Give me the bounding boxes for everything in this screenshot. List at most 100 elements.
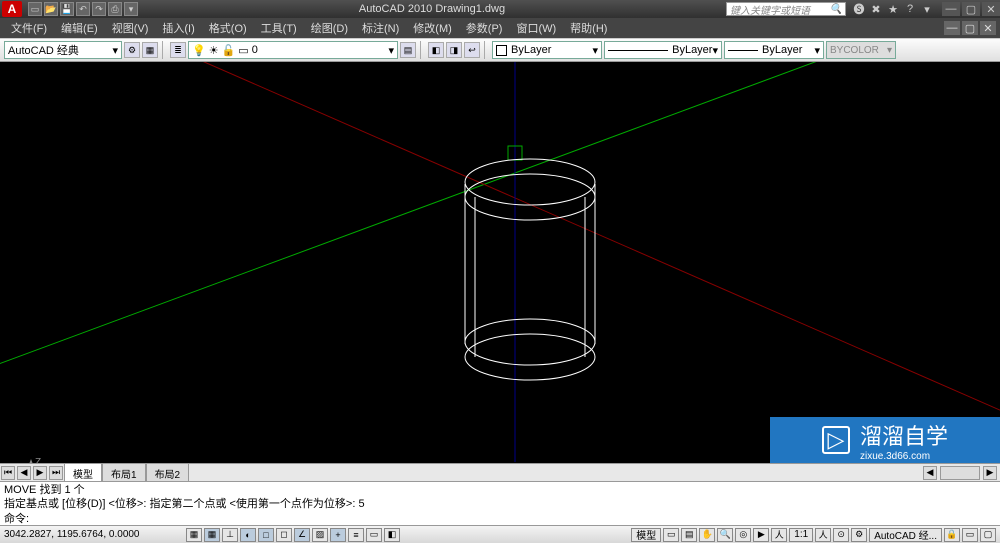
workspace-dropdown[interactable]: AutoCAD 经典 ▾ — [4, 41, 122, 59]
ws-switch-icon[interactable]: ⚙ — [851, 528, 867, 542]
lightbulb-icon: 💡 — [192, 44, 206, 57]
tab-last-button[interactable]: ⏭ — [49, 466, 63, 480]
app-logo[interactable]: A — [2, 1, 22, 17]
subscription-icon[interactable]: 🅢 — [852, 2, 866, 16]
exchange-icon[interactable]: ✖ — [869, 2, 883, 16]
color-dropdown[interactable]: ByLayer ▾ — [492, 41, 602, 59]
color-swatch — [496, 45, 507, 56]
window-title: AutoCAD 2010 Drawing1.dwg — [138, 3, 726, 15]
tab-model[interactable]: 模型 — [64, 463, 102, 482]
chevron-down-icon: ▾ — [814, 44, 820, 57]
search-input[interactable]: 键入关键字或短语🔍 — [726, 2, 846, 16]
quickview-button[interactable]: ▤ — [681, 528, 697, 542]
doc-close-button[interactable]: ✕ — [980, 21, 996, 35]
separator — [162, 41, 166, 59]
star-icon[interactable]: ★ — [886, 2, 900, 16]
layout-quick-button[interactable]: ▭ — [663, 528, 679, 542]
tab-next-button[interactable]: ▶ — [33, 466, 47, 480]
open-icon[interactable]: 📂 — [44, 2, 58, 16]
hscroll-thumb[interactable] — [940, 466, 980, 480]
redo-icon[interactable]: ↷ — [92, 2, 106, 16]
toolbar-icon[interactable]: ▦ — [142, 42, 158, 58]
3dosnap-button[interactable]: ◻ — [276, 528, 292, 542]
help-icon[interactable]: ? — [903, 2, 917, 16]
menu-view[interactable]: 视图(V) — [105, 18, 156, 38]
undo-icon[interactable]: ↶ — [76, 2, 90, 16]
layer-iso-icon[interactable]: ◨ — [446, 42, 462, 58]
lock-ui-button[interactable]: 🔒 — [944, 528, 960, 542]
layer-tool-icon[interactable]: ▤ — [400, 42, 416, 58]
drawing-area[interactable]: Z Y X ▷ 溜溜自学 zixue.3d66.com ⏮ ◀ ▶ ⏭ 模型 布… — [0, 62, 1000, 481]
layer-prev-icon[interactable]: ↩ — [464, 42, 480, 58]
menu-window[interactable]: 窗口(W) — [509, 18, 563, 38]
maximize-button[interactable]: ▢ — [962, 2, 980, 16]
menu-file[interactable]: 文件(F) — [4, 18, 54, 38]
menu-tools[interactable]: 工具(T) — [254, 18, 304, 38]
ducs-button[interactable]: ▨ — [312, 528, 328, 542]
model-space-button[interactable]: 模型 — [631, 528, 661, 542]
menu-format[interactable]: 格式(O) — [202, 18, 254, 38]
layer-props-icon[interactable]: ≣ — [170, 42, 186, 58]
annoscale-icon[interactable]: 人 — [771, 528, 787, 542]
command-line[interactable]: MOVE 找到 1 个 指定基点或 [位移(D)] <位移>: 指定第二个点或 … — [0, 481, 1000, 525]
menu-dimension[interactable]: 标注(N) — [355, 18, 406, 38]
qat-more-icon[interactable]: ▾ — [124, 2, 138, 16]
annoauto-button[interactable]: 人 — [815, 528, 831, 542]
bycolor-dropdown[interactable]: BYCOLOR ▾ — [826, 41, 896, 59]
nav-zoom-button[interactable]: 🔍 — [717, 528, 733, 542]
doc-maximize-button[interactable]: ▢ — [962, 21, 978, 35]
close-button[interactable]: ✕ — [982, 2, 1000, 16]
otrack-button[interactable]: ∠ — [294, 528, 310, 542]
nav-wheel-button[interactable]: ◎ — [735, 528, 751, 542]
new-icon[interactable]: ▭ — [28, 2, 42, 16]
osnap-button[interactable]: □ — [258, 528, 274, 542]
tab-layout1[interactable]: 布局1 — [102, 463, 146, 482]
status-bar: 3042.2827, 1195.6764, 0.0000 ▦ ▦ ⊥ ◐ □ ◻… — [0, 525, 1000, 543]
tab-first-button[interactable]: ⏮ — [1, 466, 15, 480]
quick-access-toolbar: ▭ 📂 💾 ↶ ↷ ⎙ ▾ — [28, 2, 138, 16]
annotation-scale[interactable]: 1:1 — [789, 528, 813, 542]
hardware-button[interactable]: ▭ — [962, 528, 978, 542]
menu-help[interactable]: 帮助(H) — [563, 18, 614, 38]
doc-minimize-button[interactable]: — — [944, 21, 960, 35]
title-icons: 🅢 ✖ ★ ? ▾ — [852, 2, 934, 16]
dropdown-icon[interactable]: ▾ — [920, 2, 934, 16]
save-icon[interactable]: 💾 — [60, 2, 74, 16]
watermark: ▷ 溜溜自学 zixue.3d66.com — [770, 417, 1000, 463]
coordinates[interactable]: 3042.2827, 1195.6764, 0.0000 — [4, 529, 184, 540]
tab-prev-button[interactable]: ◀ — [17, 466, 31, 480]
workspace-status[interactable]: AutoCAD 经... — [869, 528, 942, 542]
lwt-button[interactable]: ≡ — [348, 528, 364, 542]
layout-tabs: ⏮ ◀ ▶ ⏭ 模型 布局1 布局2 ◀ ▶ — [0, 463, 1000, 481]
title-bar: A ▭ 📂 💾 ↶ ↷ ⎙ ▾ AutoCAD 2010 Drawing1.dw… — [0, 0, 1000, 18]
annovis-button[interactable]: ⊙ — [833, 528, 849, 542]
layer-state-icon[interactable]: ◧ — [428, 42, 444, 58]
lineweight-dropdown[interactable]: ByLayer ▾ — [724, 41, 824, 59]
snap-button[interactable]: ▦ — [186, 528, 202, 542]
linetype-dropdown[interactable]: ByLayer ▾ — [604, 41, 722, 59]
nav-pan-button[interactable]: ✋ — [699, 528, 715, 542]
print-icon[interactable]: ⎙ — [108, 2, 122, 16]
hscroll-left-button[interactable]: ◀ — [923, 466, 937, 480]
menu-bar: 文件(F) 编辑(E) 视图(V) 插入(I) 格式(O) 工具(T) 绘图(D… — [0, 18, 1000, 38]
menu-draw[interactable]: 绘图(D) — [304, 18, 355, 38]
layer-dropdown[interactable]: 💡 ☀ 🔓 ▭ 0 ▾ — [188, 41, 398, 59]
clean-screen-button[interactable]: ▢ — [980, 528, 996, 542]
hscroll-right-button[interactable]: ▶ — [983, 466, 997, 480]
dyn-button[interactable]: + — [330, 528, 346, 542]
line-sample — [608, 50, 668, 51]
sc-button[interactable]: ◧ — [384, 528, 400, 542]
menu-parametric[interactable]: 参数(P) — [459, 18, 510, 38]
qp-button[interactable]: ▭ — [366, 528, 382, 542]
workspace-settings-icon[interactable]: ⚙ — [124, 42, 140, 58]
menu-edit[interactable]: 编辑(E) — [54, 18, 105, 38]
tab-layout2[interactable]: 布局2 — [146, 463, 190, 482]
cmd-history-line: 指定基点或 [位移(D)] <位移>: 指定第二个点或 <使用第一个点作为位移>… — [4, 497, 996, 511]
polar-button[interactable]: ◐ — [240, 528, 256, 542]
menu-modify[interactable]: 修改(M) — [406, 18, 459, 38]
minimize-button[interactable]: — — [942, 2, 960, 16]
showmotion-button[interactable]: ▶ — [753, 528, 769, 542]
menu-insert[interactable]: 插入(I) — [155, 18, 201, 38]
ortho-button[interactable]: ⊥ — [222, 528, 238, 542]
grid-button[interactable]: ▦ — [204, 528, 220, 542]
